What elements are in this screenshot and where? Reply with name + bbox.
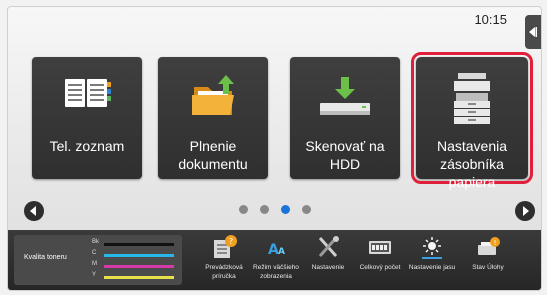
tile-label: Skenovať na HDD — [305, 138, 385, 172]
bottom-bar: Kvalita toneru Bk C M Y ? Prevádzková pr… — [8, 230, 541, 290]
shortcut-tiles: Tel. zoznam Plnenie dokumentu Skenovať n… — [32, 52, 541, 190]
printer-tray-icon — [454, 73, 490, 124]
chevron-right-icon — [523, 206, 529, 216]
settings-button[interactable]: Nastavenie — [304, 230, 352, 290]
toner-level-bar — [104, 276, 174, 279]
settings-tools-icon — [318, 236, 339, 257]
svg-text:A: A — [278, 247, 285, 257]
toner-row-c: C — [92, 250, 174, 260]
quick-actions: ? Prevádzková príručka A A Režim väčšieh… — [200, 230, 540, 290]
toner-label: Y — [92, 272, 97, 278]
address-book-icon — [65, 79, 111, 107]
home-screen: 10:15 Tel. zoznam Plnenie dokumentu Sken… — [7, 6, 542, 291]
page-dot-active[interactable] — [280, 205, 290, 214]
page-dot[interactable] — [238, 205, 248, 214]
tile-label: Tel. zoznam — [49, 138, 125, 154]
page-dot[interactable] — [259, 205, 269, 214]
toner-level-bar — [104, 254, 174, 257]
tile-paper-tray-settings[interactable]: Nastavenia zásobníka papiera — [411, 52, 533, 190]
manual-icon: ? — [214, 235, 237, 258]
document-filing-icon — [192, 75, 234, 115]
job-status-button[interactable]: ! Stav Úlohy — [464, 230, 512, 290]
svg-text:!: ! — [494, 239, 497, 247]
svg-text:?: ? — [229, 237, 233, 246]
page-indicator — [8, 205, 541, 214]
clock: 10:15 — [474, 12, 507, 27]
tile-address-book[interactable]: Tel. zoznam — [32, 57, 142, 179]
brightness-icon — [422, 237, 442, 259]
toner-label: C — [92, 250, 97, 256]
brightness-button[interactable]: Nastavenie jasu — [408, 230, 456, 290]
toner-level-bar — [104, 243, 174, 246]
collapse-arrow-icon — [529, 27, 537, 37]
side-panel-tab[interactable] — [525, 15, 541, 49]
toner-row-bk: Bk — [92, 239, 174, 249]
next-page-button[interactable] — [515, 201, 535, 221]
toner-label: M — [92, 261, 97, 267]
large-display-icon: A A — [268, 242, 285, 258]
toner-status[interactable]: Kvalita toneru Bk C M Y — [14, 235, 182, 285]
toner-row-y: Y — [92, 272, 174, 282]
tile-label: Plnenie dokumentu — [178, 138, 248, 172]
counter-icon — [369, 241, 391, 254]
tile-document-filing[interactable]: Plnenie dokumentu — [158, 57, 268, 179]
tile-scan-to-hdd[interactable]: Skenovať na HDD — [290, 57, 400, 179]
page-dot[interactable] — [301, 205, 311, 214]
toner-label: Bk — [92, 239, 100, 245]
toner-row-m: M — [92, 261, 174, 271]
large-display-button[interactable]: A A Režim väčšieho zobrazenia — [252, 230, 300, 290]
toner-level-bar — [104, 265, 174, 268]
scan-to-hdd-icon — [320, 77, 370, 115]
manual-button[interactable]: ? Prevádzková príručka — [200, 230, 248, 290]
toner-title: Kvalita toneru — [24, 254, 67, 261]
tile-label: Nastavenia zásobníka papiera — [436, 138, 508, 190]
total-count-button[interactable]: Celkový počet — [356, 230, 404, 290]
job-status-icon: ! — [478, 237, 500, 255]
